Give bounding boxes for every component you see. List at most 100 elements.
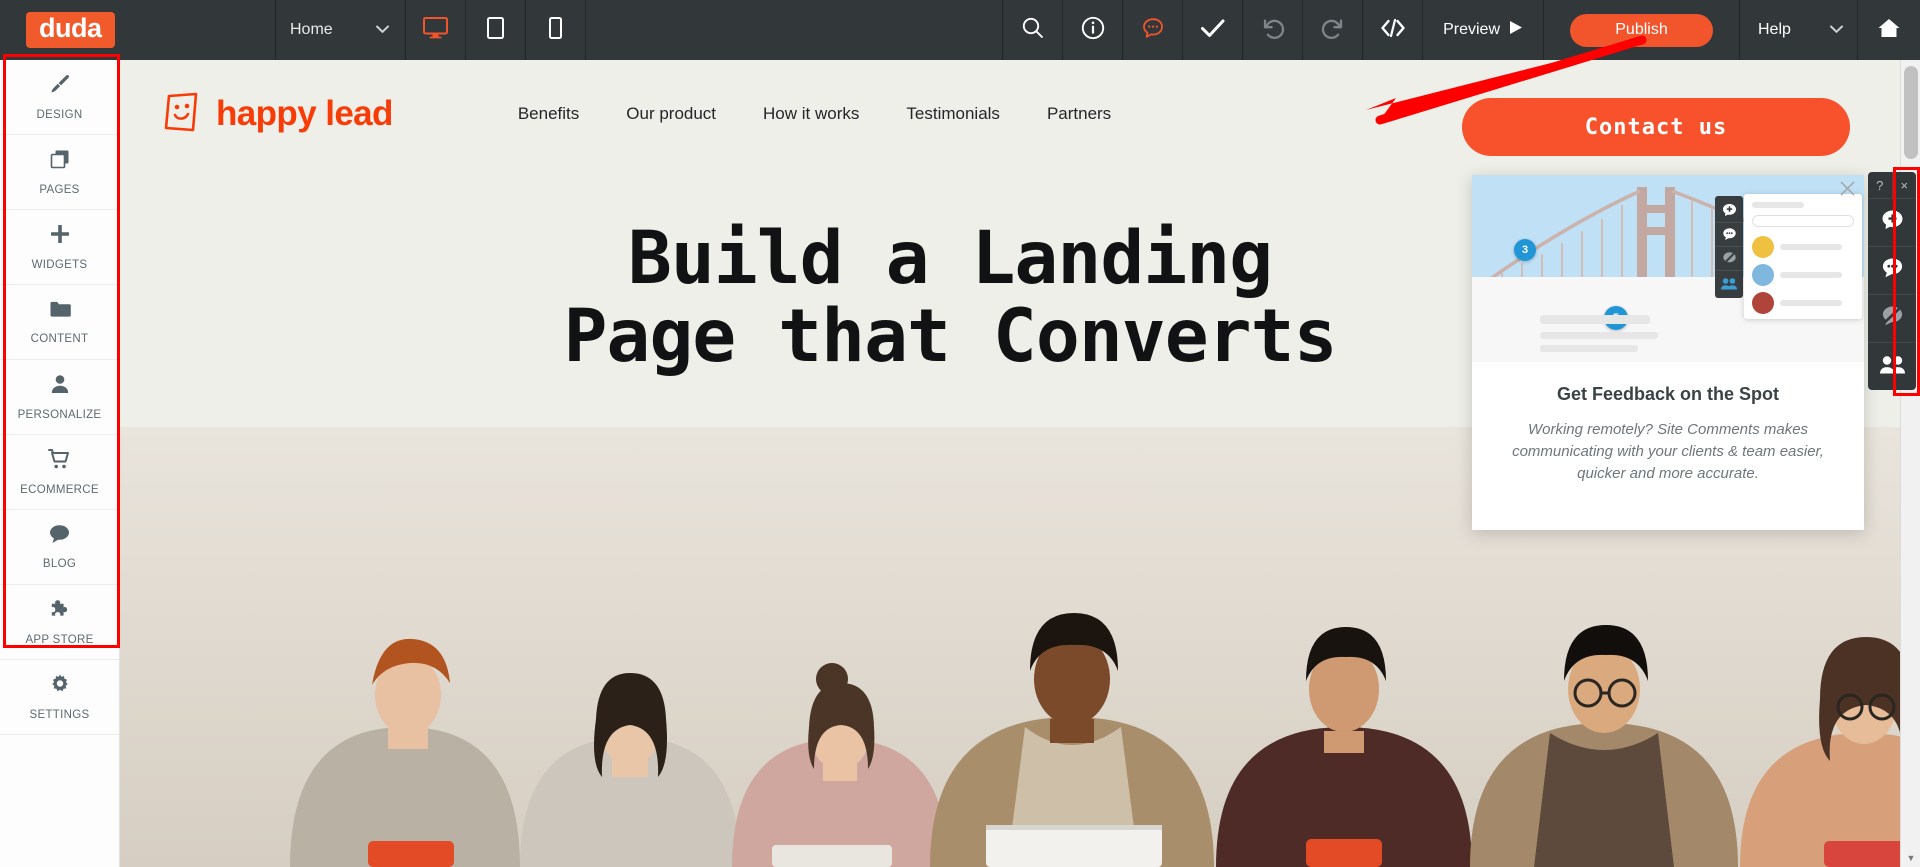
sidebar-item-app-store[interactable]: APP STORE (0, 585, 119, 660)
publish-button[interactable]: Publish (1570, 13, 1713, 47)
scroll-down-arrow[interactable]: ▼ (1901, 849, 1920, 867)
hide-comments-button[interactable] (1868, 294, 1916, 342)
search-button[interactable] (1003, 0, 1064, 60)
list-item (1752, 292, 1842, 314)
pages-stack-icon (49, 148, 71, 175)
contact-us-button[interactable]: Contact us (1462, 98, 1850, 156)
skeleton-line (1780, 244, 1842, 250)
popup-comments-panel (1744, 194, 1862, 319)
mobile-icon (549, 16, 562, 44)
collaborators-icon (1879, 355, 1905, 379)
folder-icon (49, 299, 71, 324)
sidebar-item-blog[interactable]: BLOG (0, 510, 119, 585)
sidebar-item-label: CONTENT (30, 333, 89, 345)
sidebar-item-pages[interactable]: PAGES (0, 135, 119, 210)
home-icon (1877, 17, 1901, 44)
info-circle-icon (1081, 16, 1105, 45)
duda-logo[interactable]: duda (26, 12, 115, 48)
person-icon (49, 373, 71, 400)
sidebar-item-label: SETTINGS (29, 709, 90, 721)
close-icon[interactable] (1839, 180, 1856, 197)
popup-title: Get Feedback on the Spot (1556, 384, 1780, 404)
save-button[interactable] (1183, 0, 1244, 60)
skeleton-line (1540, 315, 1650, 324)
help-icon[interactable]: ? (1868, 172, 1893, 198)
page-selector[interactable]: Home (276, 0, 406, 60)
device-mobile-button[interactable] (526, 0, 586, 60)
sidebar-item-label: BLOG (42, 558, 77, 570)
info-button[interactable] (1063, 0, 1124, 60)
smiley-face-logo-icon (162, 90, 202, 139)
check-icon (1200, 17, 1226, 44)
nav-item-how-it-works[interactable]: How it works (763, 104, 859, 124)
comment-icon[interactable] (1715, 223, 1743, 247)
puzzle-piece-icon (49, 598, 71, 625)
site-comments-button[interactable] (1123, 0, 1184, 60)
comments-button[interactable] (1868, 246, 1916, 294)
help-label: Help (1758, 21, 1791, 38)
redo-button[interactable] (1303, 0, 1364, 60)
site-brand-name: happy lead (216, 94, 393, 133)
sidebar-item-content[interactable]: CONTENT (0, 285, 119, 360)
list-item (1752, 264, 1842, 286)
sidebar-item-design[interactable]: DESIGN (0, 60, 119, 135)
skeleton-line (1540, 332, 1658, 339)
site-nav: Benefits Our product How it works Testim… (518, 104, 1111, 124)
skeleton-line (1780, 272, 1842, 278)
comment-dots-icon (1141, 16, 1165, 45)
help-menu[interactable]: Help (1740, 0, 1858, 60)
device-tablet-button[interactable] (466, 0, 526, 60)
scrollbar-thumb[interactable] (1904, 66, 1918, 159)
sidebar-item-widgets[interactable]: WIDGETS (0, 210, 119, 285)
plus-icon (49, 223, 71, 250)
close-icon[interactable]: × (1893, 172, 1917, 198)
collaborators-button[interactable] (1868, 342, 1916, 390)
nav-item-partners[interactable]: Partners (1047, 104, 1111, 124)
preview-label: Preview (1443, 21, 1500, 38)
shopping-cart-icon (48, 448, 71, 475)
popup-body: Get Feedback on the Spot Working remotel… (1472, 362, 1864, 484)
nav-item-benefits[interactable]: Benefits (518, 104, 579, 124)
duda-logo-cell[interactable]: duda (0, 0, 276, 60)
popup-comment-input[interactable] (1752, 215, 1854, 227)
sidebar-item-label: PERSONALIZE (17, 409, 102, 421)
nav-item-testimonials[interactable]: Testimonials (906, 104, 1000, 124)
site-comments-popup[interactable]: 3 5 (1472, 175, 1864, 530)
collaborators-icon[interactable] (1715, 271, 1743, 295)
popup-description: Working remotely? Site Comments makes co… (1512, 421, 1824, 482)
publish-cell: Publish (1544, 0, 1740, 60)
left-sidebar: DESIGN PAGES WIDGETS CONTENT PERSONALIZE… (0, 60, 120, 867)
top-toolbar: duda Home Preview Publish Help (0, 0, 1920, 60)
avatar (1752, 236, 1774, 258)
tablet-icon (487, 16, 504, 44)
avatar (1752, 292, 1774, 314)
sidebar-item-ecommerce[interactable]: ECOMMERCE (0, 435, 119, 510)
undo-button[interactable] (1243, 0, 1304, 60)
add-comment-button[interactable] (1868, 198, 1916, 246)
gear-icon (49, 673, 71, 700)
device-desktop-button[interactable] (406, 0, 466, 60)
page-selector-value: Home (290, 21, 333, 38)
comment-pin-3[interactable]: 3 (1514, 239, 1536, 261)
preview-button[interactable]: Preview (1423, 0, 1544, 60)
site-brand[interactable]: happy lead (162, 90, 393, 139)
comment-icon (1881, 257, 1904, 284)
site-comments-toolbar: ? × (1868, 172, 1916, 390)
add-comment-icon[interactable] (1715, 199, 1743, 223)
popup-mini-toolbar (1715, 196, 1743, 298)
speech-bubble-icon (48, 524, 71, 549)
hide-comments-icon[interactable] (1715, 247, 1743, 271)
code-button[interactable] (1363, 0, 1424, 60)
hide-comments-icon (1881, 305, 1904, 332)
nav-item-our-product[interactable]: Our product (626, 104, 716, 124)
home-button[interactable] (1858, 0, 1920, 60)
skeleton-line (1780, 300, 1842, 306)
sidebar-item-personalize[interactable]: PERSONALIZE (0, 360, 119, 435)
sidebar-item-settings[interactable]: SETTINGS (0, 660, 119, 735)
undo-icon (1261, 17, 1285, 44)
add-comment-icon (1881, 209, 1904, 237)
popup-illustration: 3 5 (1472, 175, 1864, 362)
redo-icon (1321, 17, 1345, 44)
search-icon (1021, 16, 1045, 45)
list-item (1752, 236, 1842, 258)
